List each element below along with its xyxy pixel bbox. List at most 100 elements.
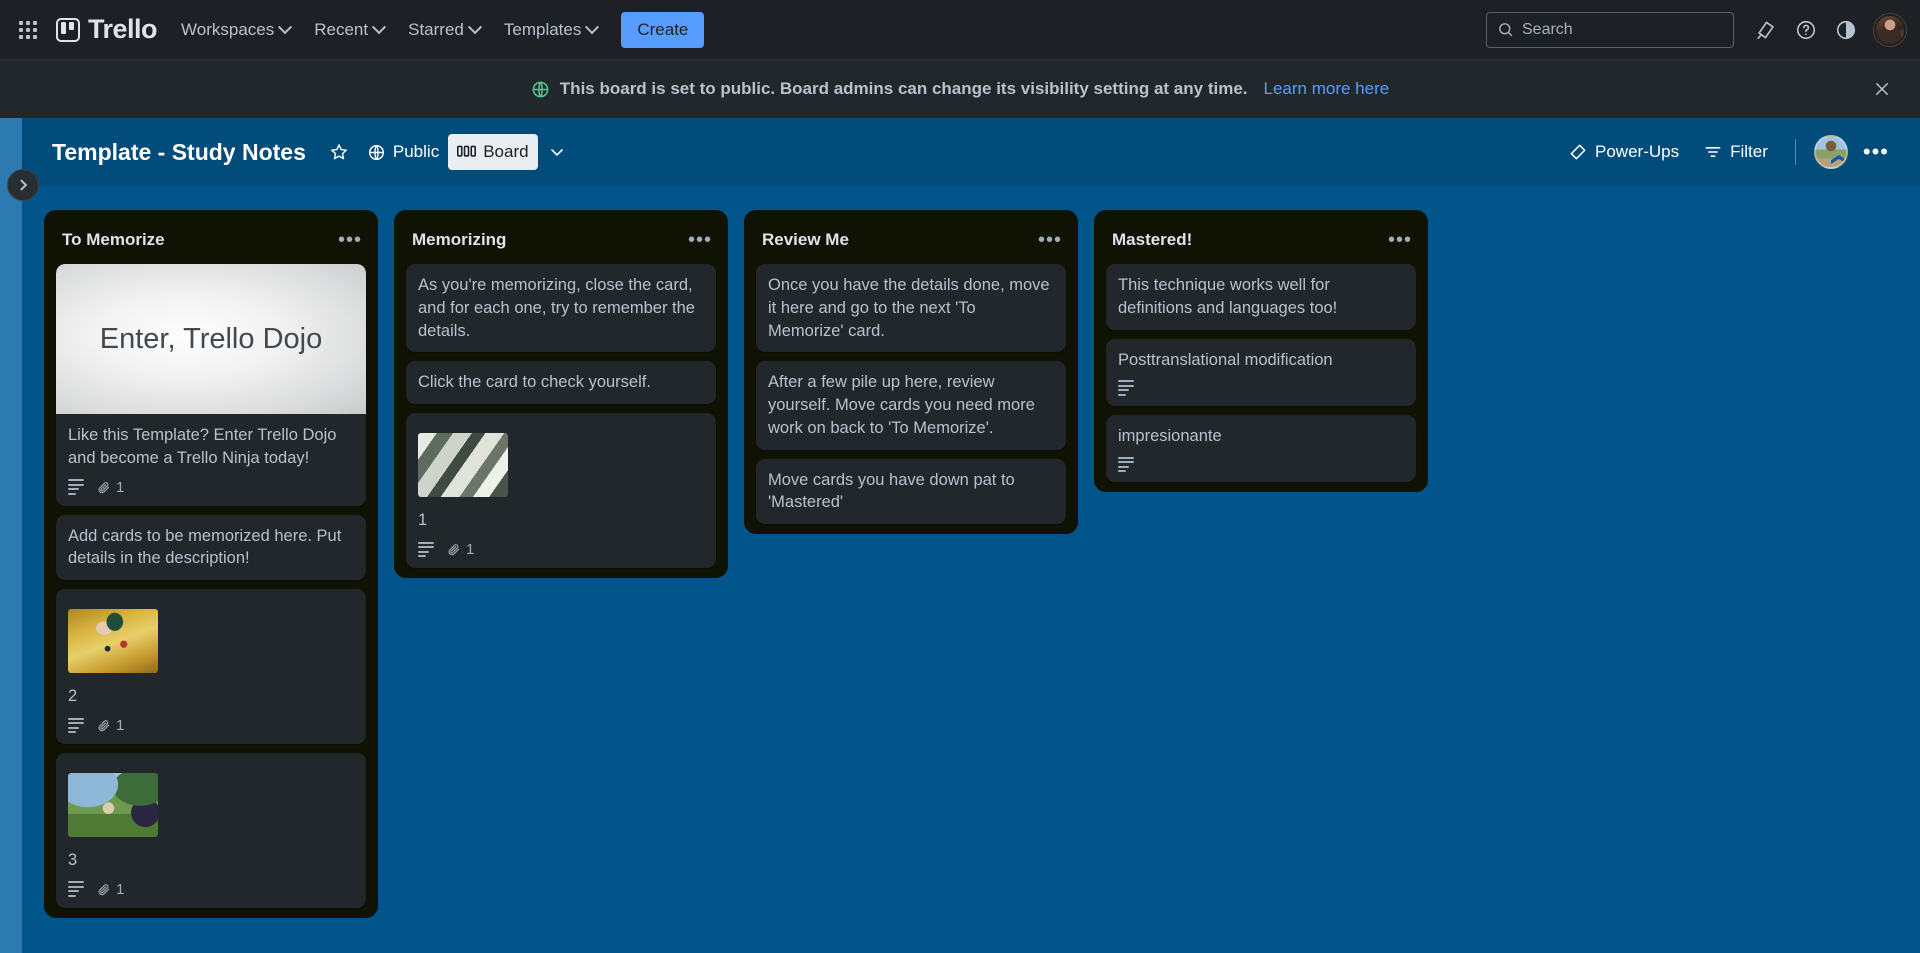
board-member-avatar[interactable]: [1814, 135, 1848, 169]
card-badges: 1: [68, 479, 354, 496]
card-badges: 1: [68, 881, 354, 898]
card-title: 2: [68, 685, 354, 708]
close-icon: [1873, 80, 1891, 98]
nav-starred[interactable]: Starred: [398, 13, 490, 47]
board-card[interactable]: 1 1: [406, 413, 716, 568]
attachment-icon: [97, 882, 111, 897]
list-actions-button[interactable]: •••: [1036, 226, 1064, 254]
description-icon: [1118, 457, 1134, 473]
board-list: Mastered! ••• This technique works well …: [1094, 210, 1428, 492]
board-lists-container: To Memorize ••• Enter, Trello Dojo Like …: [22, 186, 1920, 953]
card-cover-text: Enter, Trello Dojo: [100, 323, 322, 356]
list-actions-button[interactable]: •••: [1386, 226, 1414, 254]
collapsed-sidebar: [0, 118, 22, 953]
card-body: Like this Template? Enter Trello Dojo an…: [56, 424, 366, 496]
notifications-button[interactable]: [1748, 12, 1784, 48]
public-board-banner: This board is set to public. Board admin…: [0, 60, 1920, 118]
card-thumbnail-image: [418, 433, 508, 497]
list-header: Memorizing •••: [402, 220, 724, 264]
search-icon: [1497, 21, 1514, 38]
board-card[interactable]: After a few pile up here, review yoursel…: [756, 361, 1066, 449]
trello-home-link[interactable]: Trello: [50, 14, 169, 45]
list-actions-button[interactable]: •••: [686, 226, 714, 254]
description-icon: [68, 881, 84, 897]
card-attachment-badge: 1: [97, 479, 124, 496]
board-visibility-button[interactable]: Public: [358, 134, 448, 170]
sidebar-expand-button[interactable]: [7, 169, 39, 201]
board-title: Template - Study Notes: [52, 139, 306, 166]
theme-toggle-button[interactable]: [1828, 12, 1864, 48]
nav-recent-label: Recent: [314, 20, 368, 40]
filter-icon: [1703, 142, 1723, 162]
board-card[interactable]: Move cards you have down pat to 'Mastere…: [756, 459, 1066, 525]
card-title: Like this Template? Enter Trello Dojo an…: [68, 424, 354, 470]
card-title: impresionante: [1118, 425, 1404, 448]
board-card[interactable]: Enter, Trello Dojo Like this Template? E…: [56, 264, 366, 506]
card-title: Move cards you have down pat to 'Mastere…: [768, 469, 1054, 515]
user-avatar[interactable]: [1874, 14, 1906, 46]
board-card[interactable]: Click the card to check yourself.: [406, 361, 716, 404]
board-more-menu-label: •••: [1863, 145, 1889, 158]
card-thumbnail-wrap: [68, 773, 354, 837]
globe-public-icon: [531, 80, 550, 99]
help-button[interactable]: [1788, 12, 1824, 48]
card-attachment-badge: 1: [97, 717, 124, 734]
board-view-label: Board: [483, 142, 528, 162]
list-header: Mastered! •••: [1102, 220, 1424, 264]
board-card[interactable]: This technique works well for definition…: [1106, 264, 1416, 330]
board-card[interactable]: Add cards to be memorized here. Put deta…: [56, 515, 366, 581]
list-header: Review Me •••: [752, 220, 1074, 264]
list-title: Mastered!: [1112, 230, 1192, 250]
nav-workspaces[interactable]: Workspaces: [171, 13, 300, 47]
description-icon: [68, 718, 84, 734]
star-outline-icon: [329, 142, 349, 162]
nav-workspaces-label: Workspaces: [181, 20, 274, 40]
card-badges: [1118, 380, 1404, 396]
list-cards[interactable]: Enter, Trello Dojo Like this Template? E…: [52, 264, 374, 910]
list-cards: This technique works well for definition…: [1102, 264, 1424, 484]
nav-templates[interactable]: Templates: [494, 13, 607, 47]
board-card[interactable]: Posttranslational modification: [1106, 339, 1416, 406]
board-header-right-group: Power-Ups Filter •••: [1559, 134, 1898, 170]
card-title: After a few pile up here, review yoursel…: [768, 371, 1054, 439]
card-description-badge: [1118, 457, 1134, 473]
card-title: 3: [68, 849, 354, 872]
star-board-button[interactable]: [320, 134, 358, 170]
apps-grid-button[interactable]: [10, 12, 46, 48]
attachment-icon: [447, 542, 461, 557]
board-card[interactable]: Once you have the details done, move it …: [756, 264, 1066, 352]
board-card[interactable]: impresionante: [1106, 415, 1416, 482]
chevron-down-icon: [372, 20, 386, 34]
board-more-menu-button[interactable]: •••: [1854, 134, 1898, 170]
board-card[interactable]: 2 1: [56, 589, 366, 744]
list-cards: Once you have the details done, move it …: [752, 264, 1074, 526]
create-button[interactable]: Create: [621, 12, 704, 48]
board-card[interactable]: 3 1: [56, 753, 366, 908]
board-view-button[interactable]: Board: [448, 134, 537, 170]
filter-button[interactable]: Filter: [1694, 134, 1777, 170]
list-actions-button[interactable]: •••: [336, 226, 364, 254]
board-view-switcher-chevron[interactable]: [538, 134, 576, 170]
card-description-badge: [418, 542, 434, 558]
chevron-down-icon: [547, 142, 567, 162]
card-title: Add cards to be memorized here. Put deta…: [68, 525, 354, 571]
search-input[interactable]: Search: [1486, 12, 1734, 48]
card-title: Once you have the details done, move it …: [768, 274, 1054, 342]
attachment-icon: [97, 480, 111, 495]
board-card[interactable]: As you're memorizing, close the card, an…: [406, 264, 716, 352]
top-navigation-bar: Trello Workspaces Recent Starred Templat…: [0, 0, 1920, 60]
power-ups-button[interactable]: Power-Ups: [1559, 134, 1688, 170]
card-attachment-badge: 1: [447, 541, 474, 558]
board-visibility-label: Public: [393, 142, 439, 162]
chevron-down-icon: [468, 20, 482, 34]
chevron-down-icon: [585, 20, 599, 34]
brand-name: Trello: [88, 14, 157, 45]
board-list: To Memorize ••• Enter, Trello Dojo Like …: [44, 210, 378, 918]
banner-content: This board is set to public. Board admin…: [531, 79, 1389, 99]
banner-learn-more-link[interactable]: Learn more here: [1264, 79, 1390, 99]
nav-recent[interactable]: Recent: [304, 13, 394, 47]
board-list: Memorizing ••• As you're memorizing, clo…: [394, 210, 728, 578]
globe-public-icon: [367, 143, 386, 162]
banner-close-button[interactable]: [1866, 73, 1898, 105]
trello-logo-icon: [56, 18, 80, 42]
